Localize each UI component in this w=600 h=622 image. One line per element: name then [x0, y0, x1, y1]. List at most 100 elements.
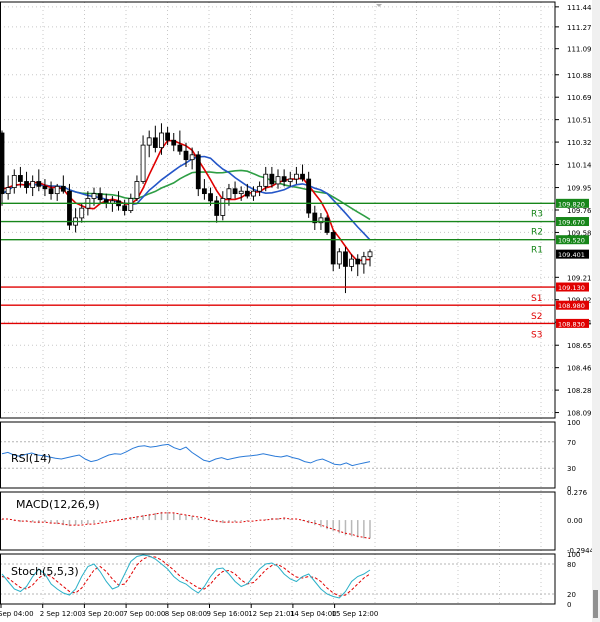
candle-body [232, 188, 238, 195]
price-tick-label: 109.210 [567, 274, 596, 282]
price-tick-label: 109.950 [567, 185, 596, 193]
price-tick-label: 110.140 [567, 162, 596, 170]
scroll-thumb [593, 590, 598, 618]
macd-label: MACD(12,26,9) [16, 498, 100, 511]
macd-tick-label: 0.00 [567, 517, 583, 525]
time-tick-label: 3 Sep 20:00 [81, 610, 123, 618]
candle-body [355, 258, 361, 265]
candle-body [97, 193, 103, 201]
candle-body [220, 198, 226, 216]
candle-body [24, 181, 29, 188]
candle-body [128, 198, 134, 212]
price-tick-label: 111.095 [567, 46, 596, 54]
level-name-s3: S3 [531, 330, 542, 340]
candle-body [269, 173, 275, 185]
candle-body [324, 217, 330, 233]
candle-body [159, 132, 164, 148]
candle-body [177, 144, 183, 152]
candle-body [165, 132, 171, 141]
candle-body [263, 173, 269, 187]
candle-body [48, 188, 54, 195]
right-edge-strip [592, 0, 600, 622]
level-price-label-s3: 108.830 [558, 320, 585, 328]
candle-body [300, 173, 305, 180]
candle-body [5, 187, 11, 195]
candle-body [330, 232, 336, 265]
time-tick-label: 9 Sep 16:00 [207, 610, 249, 618]
time-tick-label: 12 Sep 21:01 [248, 610, 295, 618]
level-price-label-r3: 109.820 [558, 200, 585, 208]
level-name-r3: R3 [531, 209, 543, 219]
stoch-tick-label: 80 [567, 561, 576, 569]
candle-body [60, 185, 66, 192]
stoch-tick-label: 100 [567, 551, 580, 559]
candle-body [201, 188, 207, 195]
candle-body [134, 181, 140, 199]
candle-body [361, 256, 367, 265]
level-name-s1: S1 [531, 294, 542, 304]
candle-body [195, 154, 201, 190]
candle-body [152, 137, 158, 148]
stoch-tick-label: 20 [567, 591, 576, 599]
level-price-label-r1: 109.520 [558, 237, 585, 245]
level-name-r2: R2 [531, 228, 543, 238]
price-tick-label: 108.650 [567, 342, 596, 350]
price-tick-label: 111.440 [567, 4, 596, 12]
time-tick-label: 8 Sep 08:00 [165, 610, 207, 618]
rsi-tick-label: 30 [567, 465, 576, 473]
candle-body [17, 175, 23, 182]
candle-body [287, 178, 293, 182]
price-tick-label: 110.510 [567, 117, 596, 125]
candle-body [171, 139, 177, 146]
candle-body [349, 258, 355, 267]
time-tick-label: 7 Sep 00:00 [123, 610, 165, 618]
candle-body [208, 193, 213, 202]
level-price-label-r2: 109.670 [558, 219, 585, 227]
stoch-tick-label: 0 [567, 601, 571, 609]
candle-body [238, 190, 244, 195]
candle-body [91, 193, 97, 199]
candle-body [11, 175, 17, 188]
candle-body [251, 190, 256, 197]
candle-body [275, 176, 281, 185]
candle-body [244, 190, 250, 197]
candle-body [30, 181, 36, 188]
price-tick-label: 111.275 [567, 24, 596, 32]
level-price-label-s1: 109.130 [558, 284, 585, 292]
candle-body [54, 185, 60, 195]
level-name-r1: R1 [531, 246, 543, 256]
candle-body [42, 185, 48, 190]
time-tick-label: 15 Sep 12:00 [332, 610, 379, 618]
time-tick-label: 14 Sep 04:00 [290, 610, 337, 618]
candle-body [189, 154, 195, 161]
rsi-label: RSI(14) [11, 452, 51, 465]
level-price-label-s2: 108.980 [558, 302, 585, 310]
candle-body [343, 251, 348, 267]
time-tick-label: 2 Sep 12:00 [40, 610, 82, 618]
candle-body [257, 185, 263, 192]
candle-body [306, 178, 312, 214]
macd-tick-label: 0.276 [567, 489, 588, 497]
time-tick-label: Sep 04:00 [0, 610, 34, 618]
last-price-label: 109.401 [558, 251, 585, 259]
candle-body [146, 137, 152, 146]
price-tick-label: 110.325 [567, 139, 596, 147]
candle-body [367, 251, 373, 258]
price-tick-label: 108.095 [567, 410, 596, 418]
candle-body [183, 150, 189, 161]
chart-canvas: 111.440 111.275 111.095 110.880 110.695 110.5… [0, 0, 600, 622]
candle-body [79, 207, 85, 219]
rsi-tick-label: 70 [567, 439, 576, 447]
candle-body [226, 188, 232, 199]
candle-body [281, 176, 287, 182]
candle-body [140, 144, 146, 182]
plot-background [0, 2, 555, 604]
candle-body [122, 205, 128, 212]
price-tick-label: 108.280 [567, 387, 596, 395]
level-name-s2: S2 [531, 312, 542, 322]
price-tick-label: 110.695 [567, 94, 596, 102]
candle-body [67, 190, 72, 226]
candle-body [293, 173, 299, 180]
stoch-label: Stoch(5,5,3) [11, 565, 79, 578]
price-tick-label: 110.880 [567, 72, 596, 80]
